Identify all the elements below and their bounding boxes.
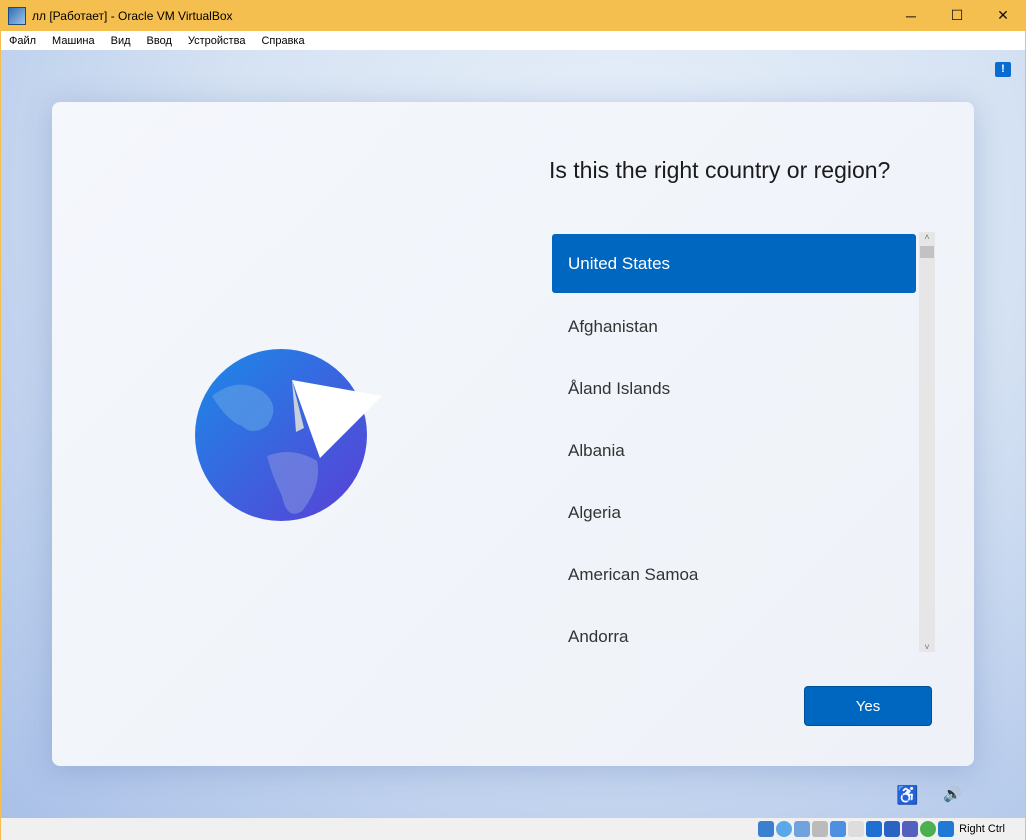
scroll-up-icon[interactable]: ˄ [919, 232, 935, 242]
country-item[interactable]: American Samoa [552, 544, 916, 606]
feedback-icon[interactable]: ! [995, 62, 1011, 77]
country-item-selected[interactable]: United States [552, 234, 916, 293]
menu-view[interactable]: Вид [103, 35, 139, 47]
country-item[interactable]: Andorra [552, 606, 916, 668]
guest-additions-icon[interactable] [920, 821, 937, 837]
recording-icon[interactable] [884, 821, 901, 837]
network-icon[interactable] [812, 821, 829, 837]
maximize-button[interactable]: ☐ [934, 0, 980, 31]
host-key-label: Right Ctrl [959, 823, 1005, 835]
status-bar: Right Ctrl [1, 818, 1025, 840]
title-bar: лл [Работает] - Oracle VM VirtualBox ─ ☐… [0, 0, 1026, 31]
menu-devices[interactable]: Устройства [180, 35, 254, 47]
menu-input[interactable]: Ввод [139, 35, 180, 47]
country-item[interactable]: Algeria [552, 482, 916, 544]
country-item[interactable]: Albania [552, 420, 916, 482]
window-title: лл [Работает] - Oracle VM VirtualBox [32, 8, 233, 23]
scroll-down-icon[interactable]: ˅ [919, 642, 935, 652]
oobe-card: Is this the right country or region? Uni… [52, 102, 974, 766]
usb-icon[interactable] [830, 821, 847, 837]
display-icon[interactable] [866, 821, 883, 837]
hard-disk-icon[interactable] [758, 821, 775, 837]
country-item[interactable]: Åland Islands [552, 358, 916, 420]
menu-file[interactable]: Файл [1, 35, 44, 47]
menu-bar: Файл Машина Вид Ввод Устройства Справка [1, 31, 1025, 50]
menu-machine[interactable]: Машина [44, 35, 103, 47]
close-button[interactable]: ✕ [980, 0, 1026, 31]
virtualbox-icon [8, 6, 26, 25]
vt-x-icon[interactable] [902, 821, 919, 837]
optical-drive-icon[interactable] [776, 821, 793, 837]
volume-icon[interactable]: 🔊 [943, 785, 962, 803]
accessibility-icon[interactable]: ♿ [896, 785, 918, 806]
audio-icon[interactable] [794, 821, 811, 837]
scrollbar-thumb[interactable] [920, 246, 934, 258]
country-list: United States Afghanistan Åland Islands … [552, 234, 916, 668]
vm-screen[interactable]: ! Is this the right country or region? U… [1, 50, 1025, 818]
menu-help[interactable]: Справка [253, 35, 312, 47]
list-scrollbar[interactable]: ˄ ˅ [919, 232, 935, 652]
country-item[interactable]: Afghanistan [552, 296, 916, 358]
yes-button[interactable]: Yes [804, 686, 932, 726]
globe-illustration [195, 349, 382, 521]
shared-folders-icon[interactable] [848, 821, 865, 837]
mouse-integration-icon[interactable] [938, 821, 955, 837]
minimize-button[interactable]: ─ [888, 0, 934, 31]
page-title: Is this the right country or region? [549, 157, 891, 183]
